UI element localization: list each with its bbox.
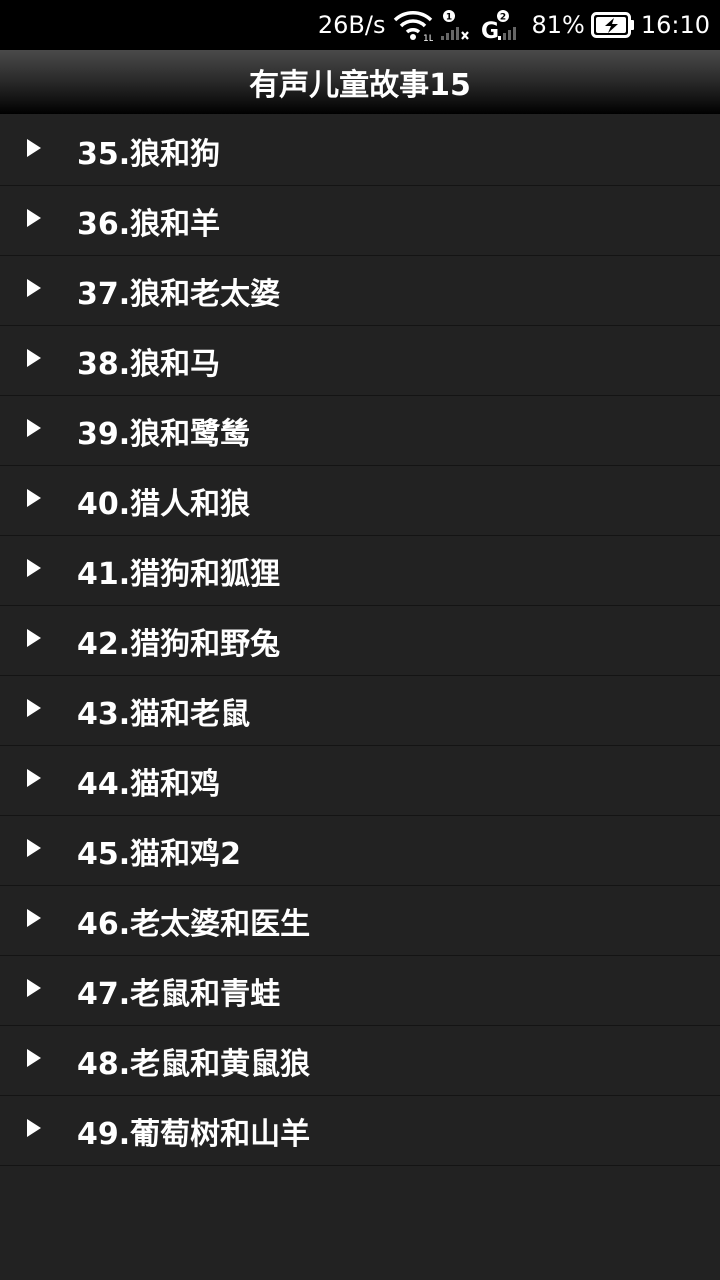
battery-percent: 81%: [531, 11, 585, 39]
play-icon: [27, 1118, 41, 1137]
story-title: 39.狼和鹭鸶: [77, 416, 251, 452]
story-item[interactable]: 43.猫和老鼠: [0, 676, 720, 746]
sim1-signal-icon: 1: [441, 10, 470, 40]
story-item[interactable]: 41.猎狗和狐狸: [0, 536, 720, 606]
story-title: 43.猫和老鼠: [77, 696, 251, 732]
story-title: 47.老鼠和青蛙: [77, 976, 281, 1012]
sim1-badge: 1: [446, 13, 452, 23]
sim1-net-label: 1L: [423, 34, 433, 42]
play-icon: [27, 558, 41, 577]
story-title: 37.狼和老太婆: [77, 276, 281, 312]
story-title: 46.老太婆和医生: [77, 906, 311, 942]
story-item[interactable]: 40.猎人和狼: [0, 466, 720, 536]
story-title: 49.葡萄树和山羊: [77, 1116, 311, 1152]
story-item[interactable]: 38.狼和马: [0, 326, 720, 396]
sim2-net-label: G: [481, 19, 499, 42]
story-list: 35.狼和狗 36.狼和羊 37.狼和老太婆 38.狼和马 39.狼和鹭鸶 40…: [0, 116, 720, 1166]
story-item[interactable]: 45.猫和鸡2: [0, 816, 720, 886]
play-icon: [27, 978, 41, 997]
story-item[interactable]: 35.狼和狗: [0, 116, 720, 186]
wifi-icon: 1L: [394, 11, 433, 42]
story-item[interactable]: 47.老鼠和青蛙: [0, 956, 720, 1026]
status-bar: 26B/s 1L 1 G 2 81% 16:10: [0, 0, 720, 50]
clock: 16:10: [640, 11, 710, 39]
story-title: 41.猎狗和狐狸: [77, 556, 281, 592]
play-icon: [27, 1048, 41, 1067]
network-speed: 26B/s: [317, 11, 386, 39]
story-item[interactable]: 49.葡萄树和山羊: [0, 1096, 720, 1166]
page-title: 有声儿童故事15: [249, 68, 471, 103]
status-icons: 26B/s 1L 1 G 2 81% 16:10: [312, 0, 710, 50]
story-item[interactable]: 39.狼和鹭鸶: [0, 396, 720, 466]
story-title: 35.狼和狗: [77, 136, 221, 172]
play-icon: [27, 768, 41, 787]
story-title: 44.猫和鸡: [77, 766, 221, 802]
play-icon: [27, 838, 41, 857]
sim2-badge: 2: [500, 13, 506, 23]
title-bar: 有声儿童故事15: [0, 50, 720, 114]
story-title: 45.猫和鸡2: [77, 836, 242, 872]
play-icon: [27, 348, 41, 367]
story-item[interactable]: 46.老太婆和医生: [0, 886, 720, 956]
play-icon: [27, 208, 41, 227]
story-item[interactable]: 42.猎狗和野兔: [0, 606, 720, 676]
story-title: 38.狼和马: [77, 346, 221, 382]
play-icon: [27, 418, 41, 437]
story-title: 42.猎狗和野兔: [77, 626, 281, 662]
story-item[interactable]: 44.猫和鸡: [0, 746, 720, 816]
play-icon: [27, 138, 41, 157]
story-item[interactable]: 48.老鼠和黄鼠狼: [0, 1026, 720, 1096]
story-title: 36.狼和羊: [77, 206, 221, 242]
battery-charging-icon: [590, 12, 634, 38]
story-item[interactable]: 36.狼和羊: [0, 186, 720, 256]
story-item[interactable]: 37.狼和老太婆: [0, 256, 720, 326]
play-icon: [27, 488, 41, 507]
play-icon: [27, 278, 41, 297]
story-title: 48.老鼠和黄鼠狼: [77, 1046, 311, 1082]
play-icon: [27, 908, 41, 927]
story-title: 40.猎人和狼: [77, 486, 251, 522]
play-icon: [27, 628, 41, 647]
play-icon: [27, 698, 41, 717]
sim2-signal-icon: G 2: [481, 10, 517, 42]
